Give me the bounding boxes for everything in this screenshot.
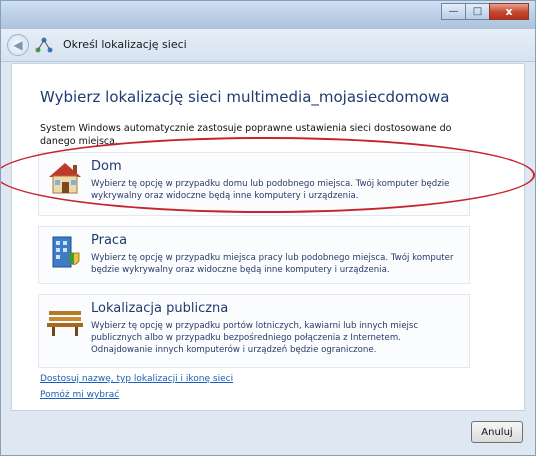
house-icon (49, 163, 81, 194)
option-work[interactable]: Praca Wybierz tę opcję w przypadku miejs… (38, 226, 470, 284)
page-title: Określ lokalizację sieci (63, 38, 187, 51)
cancel-button[interactable]: Anuluj (471, 421, 523, 443)
option-public[interactable]: Lokalizacja publiczna Wybierz tę opcję w… (38, 294, 470, 368)
option-work-title: Praca (91, 233, 128, 248)
option-public-text: Wybierz tę opcję w przypadku portów lotn… (91, 321, 419, 355)
option-home-title: Dom (91, 159, 122, 174)
office-building-icon (52, 236, 80, 268)
help-me-choose-link[interactable]: Pomóż mi wybrać (40, 390, 119, 400)
window-controls: — □ x (441, 3, 529, 20)
park-bench-icon (47, 311, 83, 336)
content-panel: Wybierz lokalizację sieci multimedia_moj… (11, 63, 525, 411)
close-button[interactable]: x (489, 3, 529, 20)
back-arrow-icon[interactable]: ◀ (7, 34, 29, 56)
dialog-heading: Wybierz lokalizację sieci multimedia_moj… (40, 88, 450, 106)
option-home-text: Wybierz tę opcję w przypadku domu lub po… (91, 179, 450, 201)
maximize-button[interactable]: □ (465, 3, 489, 20)
customize-network-link[interactable]: Dostosuj nazwę, typ lokalizacji i ikonę … (40, 374, 233, 384)
option-home[interactable]: Dom Wybierz tę opcję w przypadku domu lu… (38, 152, 470, 216)
minimize-button[interactable]: — (441, 3, 465, 20)
navigation-bar: ◀ Określ lokalizację sieci (1, 29, 535, 62)
option-public-title: Lokalizacja publiczna (91, 301, 229, 316)
network-location-dialog: — □ x ◀ Określ lokalizację sieci Wybierz… (0, 0, 536, 456)
dialog-footer: Anuluj (1, 411, 535, 455)
network-icon (35, 37, 53, 53)
option-work-text: Wybierz tę opcję w przypadku miejsca pra… (91, 253, 454, 275)
dialog-description: System Windows automatycznie zastosuje p… (40, 123, 452, 147)
title-bar: — □ x (1, 1, 535, 29)
